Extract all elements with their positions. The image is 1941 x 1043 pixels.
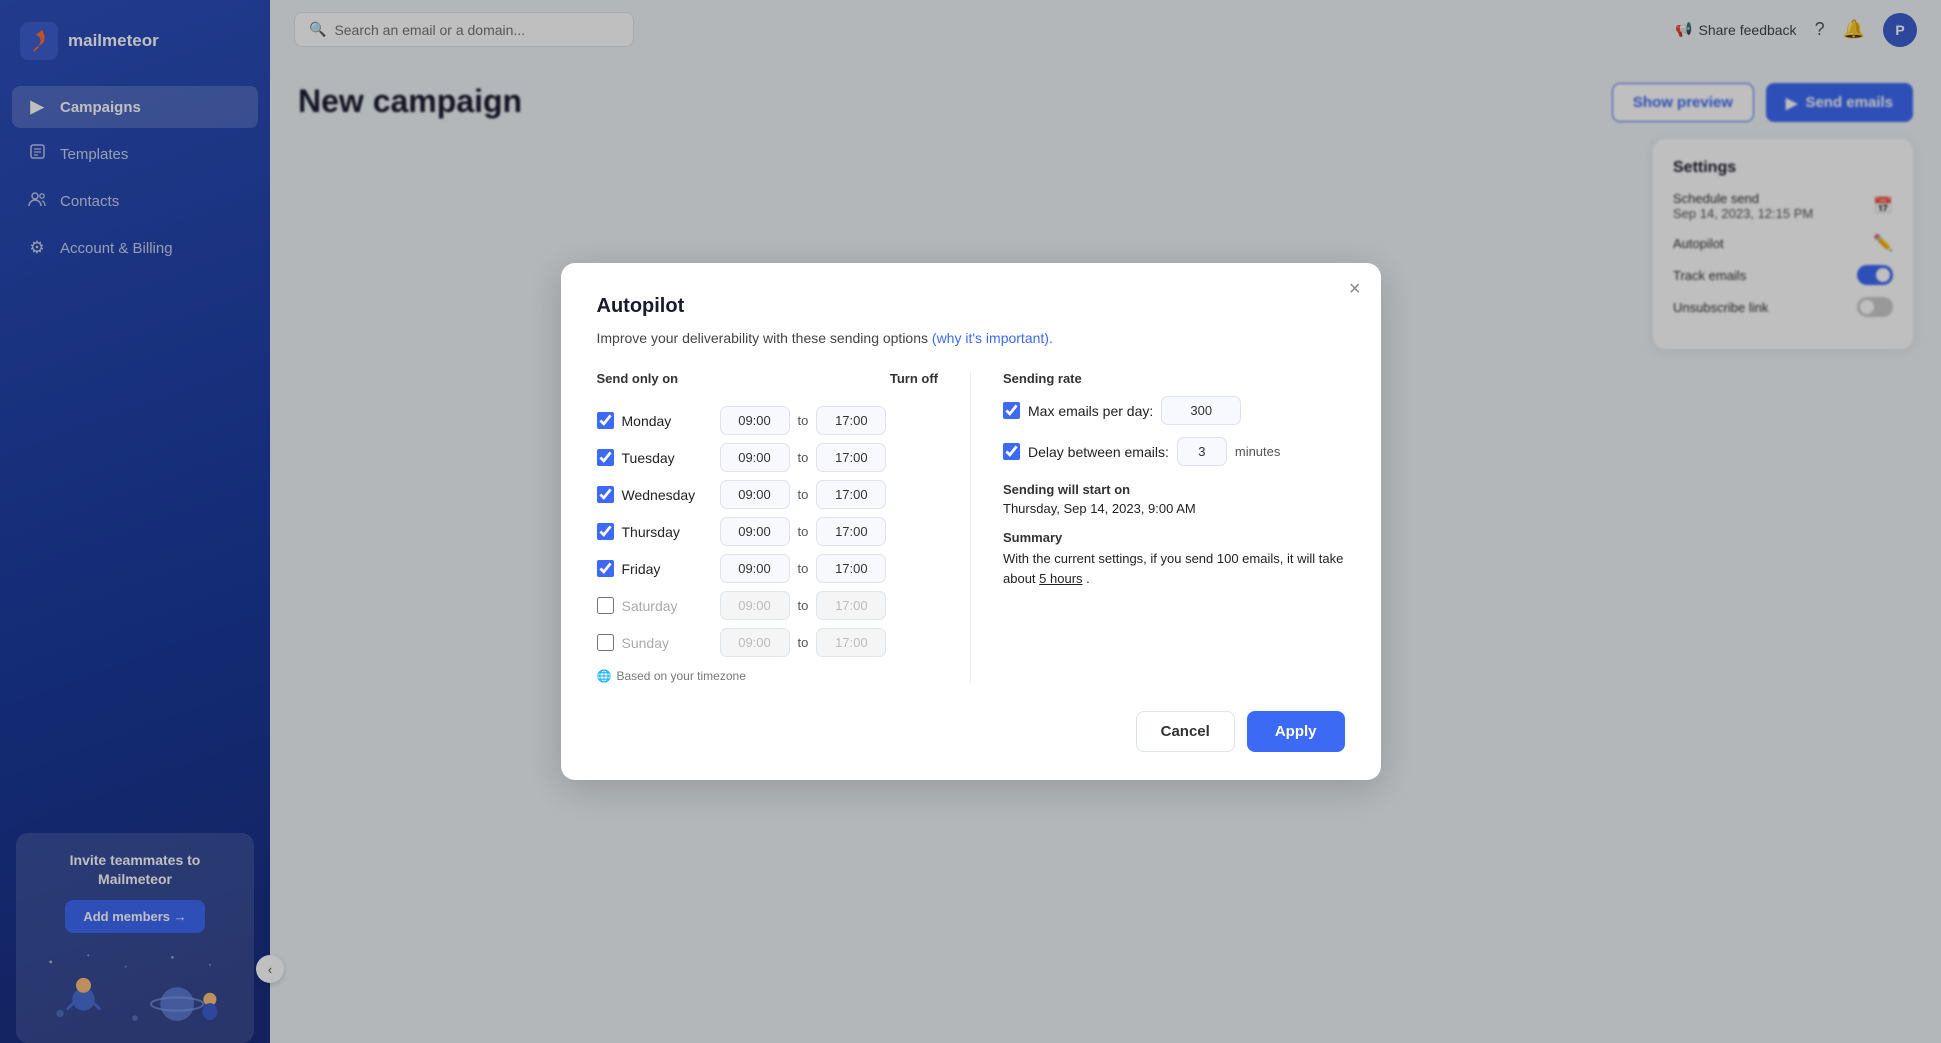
day-row-saturday: Saturday to: [597, 591, 939, 620]
saturday-label: Saturday: [622, 598, 712, 614]
wednesday-to-label: to: [798, 487, 809, 502]
friday-to-label: to: [798, 561, 809, 576]
tuesday-label: Tuesday: [622, 450, 712, 466]
monday-to-input[interactable]: [816, 406, 886, 435]
wednesday-checkbox[interactable]: [597, 486, 614, 503]
apply-button[interactable]: Apply: [1247, 711, 1345, 752]
delay-input[interactable]: [1177, 437, 1227, 466]
monday-from-input[interactable]: [720, 406, 790, 435]
sunday-to-label: to: [798, 635, 809, 650]
thursday-to-input[interactable]: [816, 517, 886, 546]
why-important-link[interactable]: (why it's important).: [932, 330, 1053, 346]
sunday-to-input: [816, 628, 886, 657]
wednesday-to-input[interactable]: [816, 480, 886, 509]
modal-subtitle: Improve your deliverability with these s…: [597, 328, 1345, 349]
sending-rate-label: Sending rate: [1003, 371, 1345, 386]
sending-rate-section: Sending rate Max emails per day: Delay b…: [1003, 371, 1345, 683]
max-emails-label: Max emails per day:: [1028, 403, 1153, 419]
saturday-from-input: [720, 591, 790, 620]
tuesday-to-label: to: [798, 450, 809, 465]
modal-close-button[interactable]: ×: [1349, 279, 1361, 299]
sending-start-label: Sending will start on: [1003, 482, 1345, 497]
sunday-label: Sunday: [622, 635, 712, 651]
max-emails-input[interactable]: [1161, 396, 1241, 425]
delay-row: Delay between emails: minutes: [1003, 437, 1345, 466]
saturday-checkbox[interactable]: [597, 597, 614, 614]
autopilot-modal: × Autopilot Improve your deliverability …: [561, 263, 1381, 780]
saturday-to-input: [816, 591, 886, 620]
thursday-to-label: to: [798, 524, 809, 539]
days-table: Monday to Tuesday to: [597, 406, 939, 657]
tuesday-from-input[interactable]: [720, 443, 790, 472]
friday-label: Friday: [622, 561, 712, 577]
day-row-tuesday: Tuesday to: [597, 443, 939, 472]
day-row-friday: Friday to: [597, 554, 939, 583]
cancel-button[interactable]: Cancel: [1136, 711, 1235, 752]
summary-highlight: 5 hours: [1039, 571, 1082, 586]
saturday-to-label: to: [798, 598, 809, 613]
wednesday-label: Wednesday: [622, 487, 712, 503]
friday-from-input[interactable]: [720, 554, 790, 583]
summary-end: .: [1086, 571, 1090, 586]
globe-icon: 🌐: [597, 669, 612, 683]
thursday-checkbox[interactable]: [597, 523, 614, 540]
delay-label: Delay between emails:: [1028, 444, 1169, 460]
sunday-from-input: [720, 628, 790, 657]
monday-to-label: to: [798, 413, 809, 428]
summary-text: With the current settings, if you send 1…: [1003, 549, 1345, 588]
modal-title: Autopilot: [597, 295, 1345, 318]
friday-checkbox[interactable]: [597, 560, 614, 577]
section-divider: [970, 371, 971, 683]
send-only-section: Send only on Turn off Monday to: [597, 371, 939, 683]
sending-info: Sending will start on Thursday, Sep 14, …: [1003, 482, 1345, 588]
delay-checkbox[interactable]: [1003, 443, 1020, 460]
wednesday-from-input[interactable]: [720, 480, 790, 509]
monday-label: Monday: [622, 413, 712, 429]
modal-footer: Cancel Apply: [597, 711, 1345, 752]
sunday-checkbox[interactable]: [597, 634, 614, 651]
timezone-note: 🌐 Based on your timezone: [597, 669, 939, 683]
max-emails-row: Max emails per day:: [1003, 396, 1345, 425]
max-emails-checkbox[interactable]: [1003, 402, 1020, 419]
modal-body: Send only on Turn off Monday to: [597, 371, 1345, 683]
day-row-wednesday: Wednesday to: [597, 480, 939, 509]
delay-unit-label: minutes: [1235, 444, 1281, 459]
day-row-monday: Monday to: [597, 406, 939, 435]
send-only-on-label: Send only on: [597, 371, 679, 386]
day-row-thursday: Thursday to: [597, 517, 939, 546]
sending-start-value: Thursday, Sep 14, 2023, 9:00 AM: [1003, 501, 1345, 516]
main-area: 🔍 📢 Share feedback ? 🔔 P New campaign Sh…: [270, 0, 1941, 1043]
tuesday-checkbox[interactable]: [597, 449, 614, 466]
turn-off-label: Turn off: [890, 371, 938, 386]
day-row-sunday: Sunday to: [597, 628, 939, 657]
summary-label: Summary: [1003, 530, 1345, 545]
friday-to-input[interactable]: [816, 554, 886, 583]
thursday-from-input[interactable]: [720, 517, 790, 546]
tuesday-to-input[interactable]: [816, 443, 886, 472]
modal-overlay[interactable]: × Autopilot Improve your deliverability …: [270, 0, 1941, 1043]
thursday-label: Thursday: [622, 524, 712, 540]
monday-checkbox[interactable]: [597, 412, 614, 429]
